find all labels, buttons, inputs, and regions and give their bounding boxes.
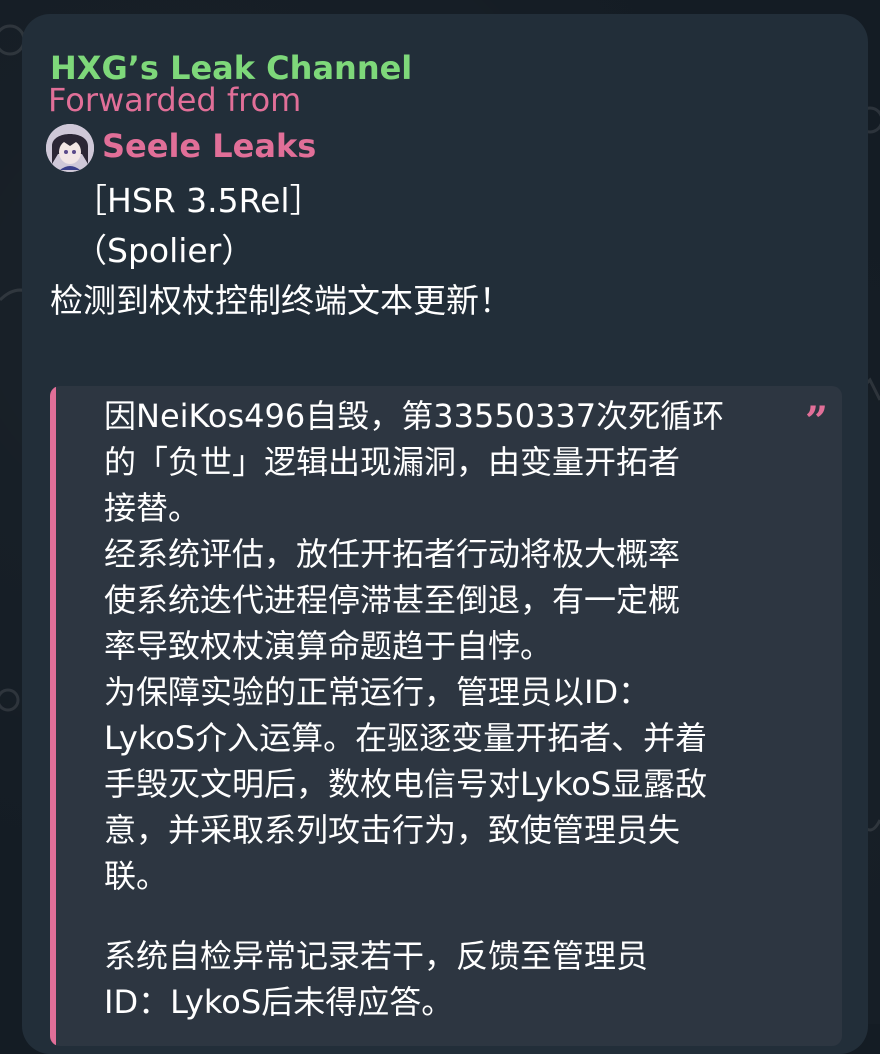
- message-headline: 检测到权杖控制终端文本更新！: [50, 281, 512, 320]
- quote-line: 因NeiKos496自毁，第33550337次死循环: [104, 397, 725, 435]
- forwarded-from-label: Forwarded from: [48, 81, 302, 119]
- quote-block: ” 因NeiKos496自毁，第33550337次死循环 的「负世」逻辑出现漏洞…: [50, 386, 842, 1046]
- quote-line: 使系统迭代进程停滞甚至倒退，有一定概: [104, 581, 681, 619]
- avatar-portrait-icon: [46, 124, 94, 172]
- quote-accent-bar: [50, 386, 56, 1046]
- message-spoiler-line: （Spolier）: [74, 231, 255, 270]
- quote-line: 率导致权杖演算命题趋于自悖。: [104, 627, 553, 665]
- quote-marks-icon: ”: [804, 398, 828, 445]
- quote-line: ID：LykoS后未得应答。: [104, 983, 454, 1021]
- quote-line: 系统自检异常记录若干，反馈至管理员: [104, 937, 649, 975]
- message-tag-line: ［HSR 3.5Rel］: [74, 181, 323, 220]
- message-bubble[interactable]: HXG’s Leak Channel Forwarded from Seele …: [22, 14, 868, 1054]
- quote-line: LykoS介入运算。在驱逐变量开拓者、并着: [104, 719, 708, 757]
- quote-line: 为保障实验的正常运行，管理员以ID：: [104, 673, 651, 711]
- quote-line: 的「负世」逻辑出现漏洞，由变量开拓者: [104, 443, 681, 481]
- quote-line: 联。: [104, 857, 169, 895]
- quote-line: 意，并采取系列攻击行为，致使管理员失: [104, 811, 681, 849]
- quote-line: 手毁灭文明后，数枚电信号对LykoS显露敌: [104, 765, 708, 803]
- source-avatar[interactable]: [46, 124, 94, 172]
- quote-line: 接替。: [104, 489, 201, 527]
- quote-line: 经系统评估，放任开拓者行动将极大概率: [104, 535, 681, 573]
- forwarded-source-name[interactable]: Seele Leaks: [102, 126, 316, 166]
